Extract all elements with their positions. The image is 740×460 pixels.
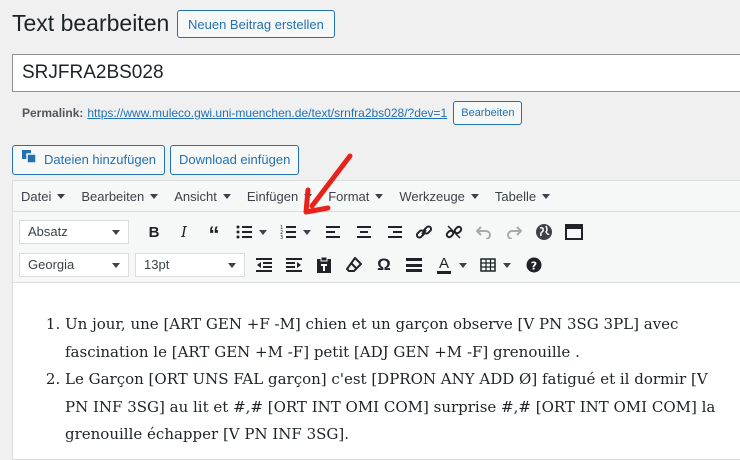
text-color-icon[interactable]: A bbox=[429, 251, 459, 279]
chevron-down-icon bbox=[375, 193, 384, 199]
menu-file[interactable]: Datei bbox=[13, 189, 73, 204]
chevron-down-icon[interactable] bbox=[459, 262, 467, 268]
classic-editor: Datei Bearbeiten Ansicht Einfügen Format… bbox=[12, 180, 740, 460]
undo-icon[interactable] bbox=[469, 218, 499, 246]
toolbar-row-2: Georgia 13pt Ω A ? bbox=[19, 249, 549, 281]
font-size-select[interactable]: 13pt bbox=[135, 253, 245, 277]
menu-table[interactable]: Tabelle bbox=[487, 189, 558, 204]
post-title-input[interactable]: SRJFRA2BS028 bbox=[12, 54, 740, 92]
blockquote-icon[interactable]: “ bbox=[199, 215, 229, 249]
outdent-icon[interactable] bbox=[249, 251, 279, 279]
align-left-icon[interactable] bbox=[319, 218, 349, 246]
chevron-down-icon bbox=[57, 193, 66, 199]
chevron-down-icon bbox=[222, 193, 231, 199]
chevron-down-icon bbox=[112, 263, 120, 268]
add-media-label: Dateien hinzufügen bbox=[44, 152, 157, 167]
chevron-down-icon bbox=[470, 193, 479, 199]
bold-icon[interactable]: B bbox=[139, 218, 169, 246]
permalink-link[interactable]: https://www.muleco.gwi.uni-muenchen.de/t… bbox=[87, 106, 447, 120]
horizontal-line-icon[interactable] bbox=[399, 251, 429, 279]
permalink-label: Permalink: bbox=[22, 106, 84, 120]
globe-icon[interactable] bbox=[529, 218, 559, 246]
omega-icon[interactable]: Ω bbox=[369, 251, 399, 279]
link-icon[interactable] bbox=[409, 218, 439, 246]
menu-edit[interactable]: Bearbeiten bbox=[73, 189, 166, 204]
chevron-down-icon bbox=[150, 193, 159, 199]
menu-view[interactable]: Ansicht bbox=[166, 189, 239, 204]
font-family-select[interactable]: Georgia bbox=[19, 253, 129, 277]
editor-content[interactable]: Un jour, une [ART GEN +F -M] chien et un… bbox=[13, 283, 740, 449]
italic-icon[interactable]: I bbox=[169, 218, 199, 246]
add-new-post-button[interactable]: Neuen Beitrag erstellen bbox=[177, 10, 335, 38]
svg-text:?: ? bbox=[531, 260, 537, 273]
svg-text:3: 3 bbox=[280, 235, 283, 239]
menu-tools[interactable]: Werkzeuge bbox=[391, 189, 487, 204]
format-select[interactable]: Absatz bbox=[19, 220, 129, 244]
chevron-down-icon bbox=[542, 193, 551, 199]
editor-menubar: Datei Bearbeiten Ansicht Einfügen Format… bbox=[13, 181, 740, 212]
list-item: Le Garçon [ORT UNS FAL garçon] c'est [DP… bbox=[65, 366, 731, 449]
toolbar-row-1: Absatz B I “ 123 bbox=[19, 216, 589, 248]
redo-icon[interactable] bbox=[499, 218, 529, 246]
chevron-down-icon[interactable] bbox=[503, 262, 511, 268]
paste-text-icon[interactable] bbox=[309, 251, 339, 279]
media-icon bbox=[21, 146, 37, 174]
align-right-icon[interactable] bbox=[379, 218, 409, 246]
toolbar-toggle-icon[interactable] bbox=[559, 218, 589, 246]
chevron-down-icon bbox=[112, 230, 120, 235]
chevron-down-icon[interactable] bbox=[259, 229, 267, 235]
eraser-icon[interactable] bbox=[339, 251, 369, 279]
help-icon[interactable]: ? bbox=[519, 251, 549, 279]
indent-icon[interactable] bbox=[279, 251, 309, 279]
align-center-icon[interactable] bbox=[349, 218, 379, 246]
unlink-icon[interactable] bbox=[439, 218, 469, 246]
edit-permalink-button[interactable]: Bearbeiten bbox=[453, 101, 523, 125]
page-title: Text bearbeiten bbox=[12, 10, 170, 36]
chevron-down-icon[interactable] bbox=[303, 229, 311, 235]
add-media-button[interactable]: Dateien hinzufügen bbox=[12, 145, 166, 175]
chevron-down-icon bbox=[228, 263, 236, 268]
permalink-row: Permalink: https://www.muleco.gwi.uni-mu… bbox=[22, 101, 523, 125]
numbered-list: Un jour, une [ART GEN +F -M] chien et un… bbox=[43, 311, 731, 449]
table-icon[interactable] bbox=[473, 251, 503, 279]
insert-download-button[interactable]: Download einfügen bbox=[170, 145, 300, 175]
editor-toolbar: Absatz B I “ 123 Georgia 13pt Ω A ? bbox=[13, 212, 740, 283]
annotation-arrow-icon bbox=[303, 153, 353, 215]
bullet-list-icon[interactable] bbox=[229, 218, 259, 246]
numbered-list-icon[interactable]: 123 bbox=[273, 218, 303, 246]
list-item: Un jour, une [ART GEN +F -M] chien et un… bbox=[65, 311, 731, 366]
